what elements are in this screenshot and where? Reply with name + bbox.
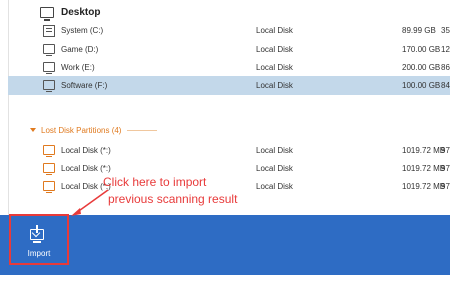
system-disk-icon xyxy=(43,25,55,37)
partition-size: 1019.72 MB xyxy=(402,182,446,191)
lost-disk-icon xyxy=(43,145,55,157)
table-row-selected[interactable]: Software (F:) Local Disk 100.00 GB 84 xyxy=(8,76,450,95)
partition-type: Local Disk xyxy=(256,26,293,35)
partition-extra: 84 xyxy=(441,81,450,90)
lost-partitions-header[interactable]: Lost Disk Partitions (4) xyxy=(30,124,440,136)
partition-extra: 12 xyxy=(441,45,450,54)
collapse-triangle-icon xyxy=(30,128,36,132)
table-row[interactable]: Work (E:) Local Disk 200.00 GB 86 xyxy=(8,58,450,77)
import-label: Import xyxy=(27,249,51,258)
import-button[interactable]: Import xyxy=(9,214,69,265)
annotation-line-1: Click here to import xyxy=(103,175,207,189)
partition-name: Game (D:) xyxy=(61,45,99,54)
section-divider xyxy=(127,129,158,131)
table-row[interactable]: System (C:) Local Disk 89.99 GB 35 xyxy=(8,21,450,40)
lost-disk-icon xyxy=(43,181,55,193)
partition-size: 170.00 GB xyxy=(402,45,441,54)
partition-size: 200.00 GB xyxy=(402,63,441,72)
partition-size: 1019.72 MB xyxy=(402,164,446,173)
lost-partitions-title: Lost Disk Partitions (4) xyxy=(41,125,122,135)
partition-name: Local Disk (*:) xyxy=(61,164,111,173)
desktop-group-title: Desktop xyxy=(61,6,101,18)
partition-extra: 97 xyxy=(441,182,450,191)
lost-disk-icon xyxy=(43,163,55,175)
table-row[interactable]: Local Disk (*:) Local Disk 1019.72 MB 97 xyxy=(8,141,450,160)
annotation-callout: Click here to import previous scanning r… xyxy=(103,174,237,208)
partition-size: 1019.72 MB xyxy=(402,146,446,155)
partition-type: Local Disk xyxy=(256,182,293,191)
partition-type: Local Disk xyxy=(256,81,293,90)
partition-name: System (C:) xyxy=(61,26,104,35)
partition-name: Software (F:) xyxy=(61,81,108,90)
partition-extra: 86 xyxy=(441,63,450,72)
partition-type: Local Disk xyxy=(256,63,293,72)
partition-name: Local Disk (*:) xyxy=(61,146,111,155)
partition-name: Work (E:) xyxy=(61,63,95,72)
partition-type: Local Disk xyxy=(256,45,293,54)
partition-extra: 97 xyxy=(441,164,450,173)
partition-size: 100.00 GB xyxy=(402,81,441,90)
disk-icon xyxy=(43,62,55,74)
partition-type: Local Disk xyxy=(256,164,293,173)
partition-extra: 35 xyxy=(441,26,450,35)
desktop-group-header[interactable]: Desktop xyxy=(40,4,101,21)
table-row[interactable]: Game (D:) Local Disk 170.00 GB 12 xyxy=(8,40,450,59)
monitor-icon xyxy=(40,6,54,21)
partition-type: Local Disk xyxy=(256,146,293,155)
partition-size: 89.99 GB xyxy=(402,26,436,35)
bottom-margin xyxy=(0,275,450,290)
annotation-line-2: previous scanning result xyxy=(108,192,238,206)
disk-icon xyxy=(43,44,55,56)
partition-extra: 97 xyxy=(441,146,450,155)
disk-icon xyxy=(43,80,55,92)
import-icon xyxy=(30,225,44,240)
